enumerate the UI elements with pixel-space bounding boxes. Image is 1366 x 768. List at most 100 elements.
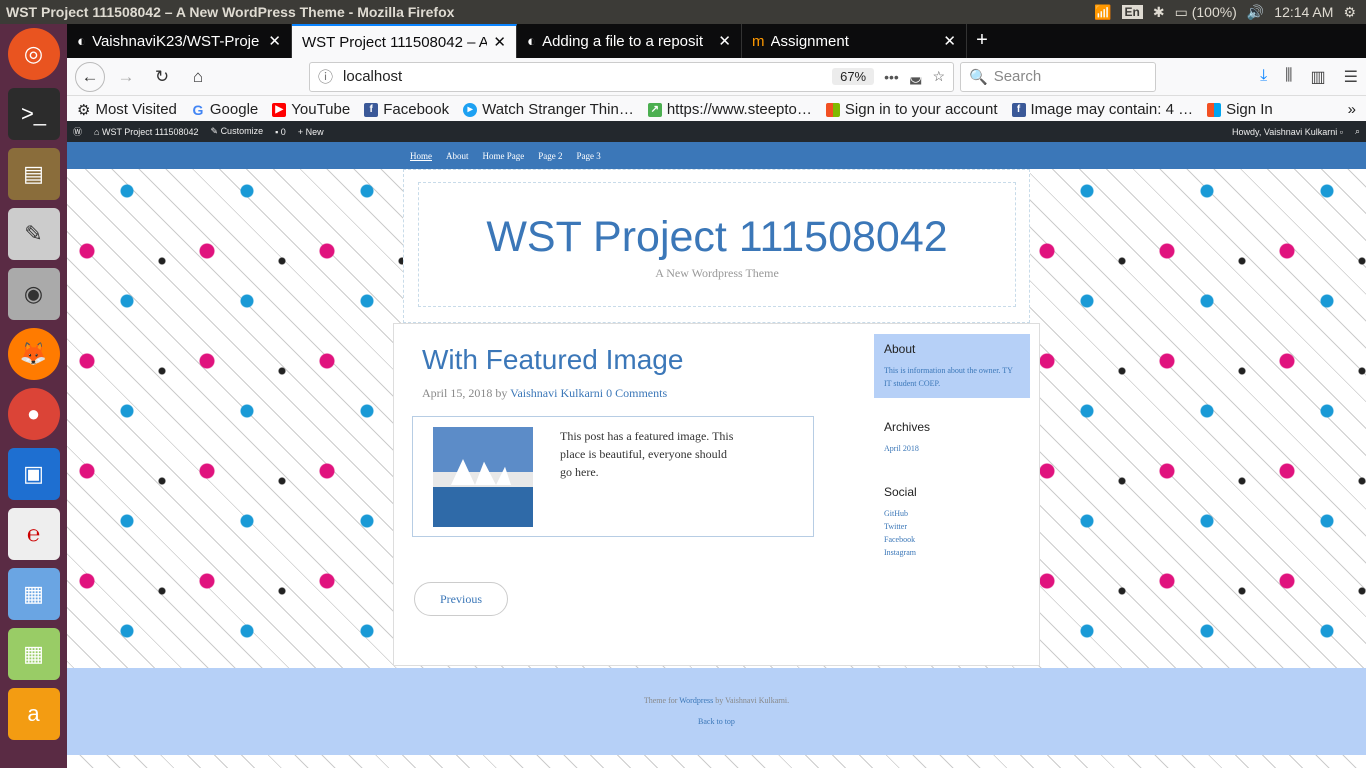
archive-link[interactable]: April 2018 bbox=[884, 442, 1020, 455]
document-viewer-icon[interactable]: ℮ bbox=[7, 508, 60, 560]
chrome-icon[interactable]: ● bbox=[7, 388, 60, 440]
steepto-icon: ↗ bbox=[647, 102, 662, 117]
url-bar[interactable]: ⓘ localhost 67% ••• ◛ ☆ bbox=[309, 61, 954, 92]
wordpress-link[interactable]: Wordpress bbox=[679, 696, 713, 705]
amazon-icon[interactable]: a bbox=[7, 688, 60, 740]
tab-wst-project[interactable]: WST Project 111508042 – A N ✕ bbox=[292, 24, 517, 58]
admin-site-link[interactable]: ⌂ WST Project 111508042 bbox=[94, 127, 199, 137]
site-header: WST Project 111508042 A New Wordpress Th… bbox=[403, 169, 1030, 323]
admin-customize-link[interactable]: ✎ Customize bbox=[211, 126, 264, 137]
social-link-instagram[interactable]: Instagram bbox=[884, 546, 1020, 559]
site-branding: WST Project 111508042 A New Wordpress Th… bbox=[418, 182, 1016, 307]
menu-item-home-page[interactable]: Home Page bbox=[483, 151, 525, 161]
wifi-icon[interactable]: 📶 bbox=[1094, 4, 1111, 21]
text-editor-icon[interactable]: ✎ bbox=[7, 208, 60, 260]
social-widget: Social GitHub Twitter Facebook Instagram bbox=[874, 477, 1030, 567]
widget-title: Social bbox=[884, 485, 917, 499]
battery-icon: ▭ bbox=[1174, 3, 1188, 20]
menu-item-home[interactable]: Home bbox=[410, 151, 432, 161]
keyboard-layout-indicator[interactable]: En bbox=[1121, 5, 1143, 19]
admin-howdy-link[interactable]: Howdy, Vaishnavi Kulkarni ▫ bbox=[1232, 127, 1343, 137]
reload-button[interactable]: ↻ bbox=[147, 62, 177, 92]
close-tab-icon[interactable]: ✕ bbox=[718, 32, 731, 50]
zoom-indicator[interactable]: 67% bbox=[832, 68, 875, 85]
close-tab-icon[interactable]: ✕ bbox=[943, 32, 956, 50]
image-viewer-icon[interactable]: ▣ bbox=[7, 448, 60, 500]
bookmark-image-facebook[interactable]: f Image may contain: 4 … bbox=[1011, 101, 1193, 118]
tab-github-wst[interactable]: ◐ VaishnaviK23/WST-Proje ✕ bbox=[67, 24, 292, 58]
disk-icon[interactable]: ◉ bbox=[7, 268, 60, 320]
tab-assignment[interactable]: m Assignment ✕ bbox=[742, 24, 967, 58]
software-center-icon[interactable]: ▦ bbox=[7, 568, 60, 620]
bookmark-facebook[interactable]: f Facebook bbox=[364, 101, 449, 118]
site-title[interactable]: WST Project 111508042 bbox=[419, 213, 1015, 262]
about-widget: About This is information about the owne… bbox=[874, 334, 1030, 398]
spreadsheet-icon[interactable]: ▦ bbox=[7, 628, 60, 680]
files-icon[interactable]: ▤ bbox=[7, 148, 60, 200]
volume-icon[interactable]: 🔊 bbox=[1247, 4, 1264, 21]
more-bookmarks-icon[interactable]: » bbox=[1348, 101, 1356, 118]
navigation-toolbar: ← → ↻ ⌂ ⓘ localhost 67% ••• ◛ ☆ 🔍 Search… bbox=[67, 58, 1366, 96]
bookmark-stranger-things[interactable]: ▸ Watch Stranger Thin… bbox=[463, 101, 634, 118]
previous-button[interactable]: Previous bbox=[414, 582, 508, 616]
bookmark-steepto[interactable]: ↗ https://www.steepto… bbox=[647, 101, 812, 118]
bookmark-sign-in[interactable]: Sign In bbox=[1207, 101, 1273, 118]
post-title[interactable]: With Featured Image bbox=[422, 344, 683, 376]
search-icon: 🔍 bbox=[969, 68, 988, 86]
page-actions-icon[interactable]: ••• bbox=[884, 69, 899, 85]
library-icon[interactable]: ⫼ bbox=[1285, 67, 1292, 87]
about-text: This is information about the owner. TY … bbox=[884, 366, 1013, 388]
social-link-twitter[interactable]: Twitter bbox=[884, 520, 1020, 533]
facebook-icon: f bbox=[364, 102, 379, 117]
bluetooth-icon[interactable]: ✱ bbox=[1153, 4, 1165, 21]
featured-image[interactable] bbox=[433, 427, 533, 527]
close-tab-icon[interactable]: ✕ bbox=[268, 32, 281, 50]
bookmark-sign-in-account[interactable]: Sign in to your account bbox=[825, 101, 998, 118]
battery-indicator[interactable]: ▭ (100%) bbox=[1175, 4, 1237, 21]
site-menu: Home About Home Page Page 2 Page 3 bbox=[67, 142, 1366, 169]
bookmark-google[interactable]: G Google bbox=[191, 101, 258, 118]
menu-item-page-3[interactable]: Page 3 bbox=[577, 151, 601, 161]
search-placeholder: Search bbox=[993, 68, 1042, 85]
github-icon: ◐ bbox=[527, 32, 537, 50]
ubuntu-dash-icon[interactable]: ◎ bbox=[7, 28, 60, 80]
youtube-icon: ▶ bbox=[272, 102, 287, 117]
firefox-icon[interactable]: 🦊 bbox=[7, 328, 60, 380]
search-box[interactable]: 🔍 Search bbox=[960, 61, 1156, 92]
back-button[interactable]: ← bbox=[75, 61, 105, 92]
settings-gear-icon[interactable]: ⚙ bbox=[1343, 4, 1356, 21]
google-icon: G bbox=[192, 101, 204, 118]
admin-comments-link[interactable]: ▪ 0 bbox=[275, 127, 286, 137]
menu-item-about[interactable]: About bbox=[446, 151, 469, 161]
terminal-icon[interactable]: >_ bbox=[7, 88, 60, 140]
menu-icon[interactable]: ☰ bbox=[1344, 67, 1358, 87]
window-title: WST Project 111508042 – A New WordPress … bbox=[6, 4, 455, 20]
clock[interactable]: 12:14 AM bbox=[1274, 4, 1333, 20]
moodle-icon: m bbox=[752, 32, 765, 50]
post-meta: April 15, 2018 by Vaishnavi Kulkarni 0 C… bbox=[422, 386, 668, 400]
bookmark-star-icon[interactable]: ☆ bbox=[932, 68, 945, 85]
bookmark-most-visited[interactable]: ⚙ Most Visited bbox=[77, 101, 177, 119]
wordpress-logo-icon[interactable]: Ⓦ bbox=[73, 125, 82, 138]
back-to-top-link[interactable]: Back to top bbox=[67, 717, 1366, 726]
footer-credit: Theme for Wordpress by Vaishnavi Kulkarn… bbox=[643, 696, 790, 705]
admin-new-link[interactable]: + New bbox=[298, 127, 324, 137]
menu-item-page-2[interactable]: Page 2 bbox=[538, 151, 562, 161]
home-button[interactable]: ⌂ bbox=[183, 62, 213, 92]
site-info-icon[interactable]: ⓘ bbox=[318, 66, 333, 87]
tab-github-adding-file[interactable]: ◐ Adding a file to a reposit ✕ bbox=[517, 24, 742, 58]
post-author-link[interactable]: Vaishnavi Kulkarni bbox=[510, 386, 603, 400]
social-link-facebook[interactable]: Facebook bbox=[884, 533, 1020, 546]
sidebar-icon[interactable]: ▥ bbox=[1311, 67, 1326, 87]
post-comments-link[interactable]: 0 Comments bbox=[606, 386, 667, 400]
bookmark-youtube[interactable]: ▶ YouTube bbox=[272, 101, 350, 118]
pocket-icon[interactable]: ◛ bbox=[909, 68, 923, 85]
ubuntu-launcher: ◎ >_ ▤ ✎ ◉ 🦊 ● ▣ ℮ ▦ ▦ a bbox=[0, 24, 67, 768]
close-tab-icon[interactable]: ✕ bbox=[493, 33, 506, 51]
downloads-icon[interactable]: ⤓ bbox=[1260, 67, 1267, 87]
forward-button[interactable]: → bbox=[111, 62, 141, 92]
social-link-github[interactable]: GitHub bbox=[884, 507, 1020, 520]
new-tab-button[interactable]: + bbox=[967, 29, 997, 58]
post-excerpt: This post has a featured image. This pla… bbox=[560, 429, 734, 479]
admin-search-icon[interactable]: ⌕ bbox=[1355, 126, 1360, 137]
